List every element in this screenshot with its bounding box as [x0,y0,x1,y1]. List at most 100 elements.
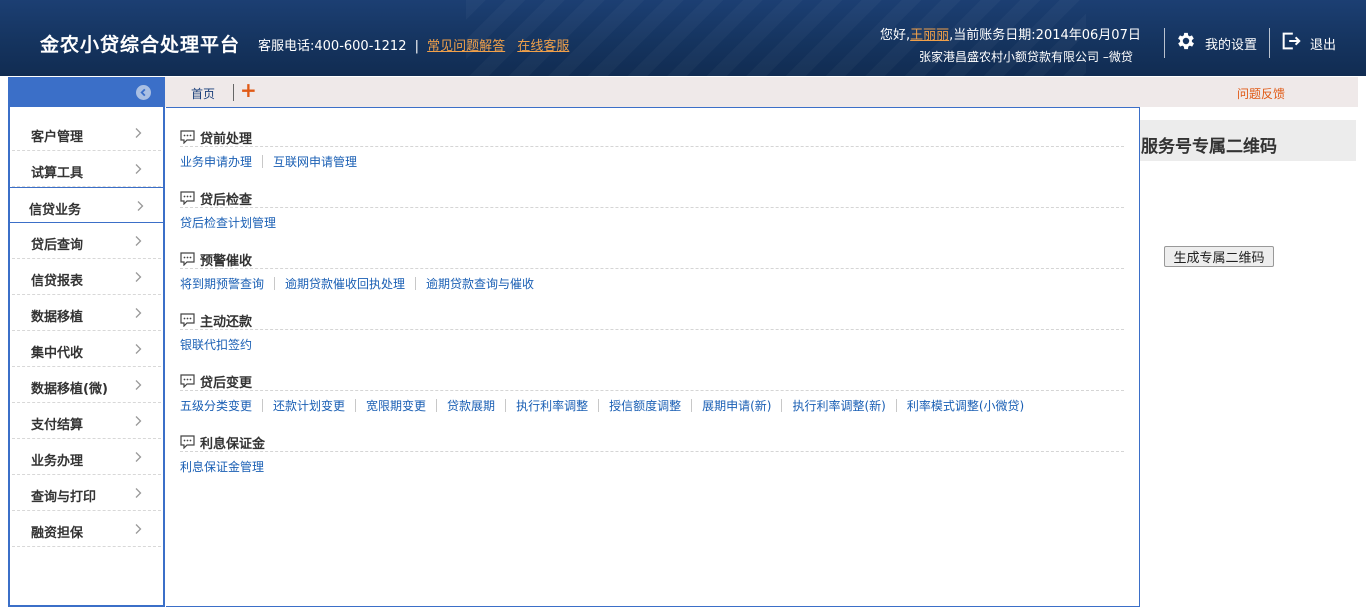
sidebar-item-label: 支付结算 [31,418,84,433]
chevron-right-icon [135,308,142,318]
section-links: 银联代扣签约 [180,336,1124,353]
sidebar-item[interactable]: 支付结算 [12,403,161,439]
sidebar-item[interactable]: 信贷业务 [10,187,163,223]
online-service-link[interactable]: 在线客服 [517,39,569,54]
section-title: 贷前处理 [200,131,253,147]
function-link[interactable]: 宽限期变更 [366,397,426,414]
function-link[interactable]: 五级分类变更 [180,397,252,414]
function-link[interactable]: 利率模式调整(小微贷) [907,397,1024,414]
chevron-right-icon [135,416,142,426]
sidebar-item-label: 融资担保 [31,526,84,541]
app-header: 金农小贷综合处理平台 客服电话:400-600-1212 | 常见问题解答 在线… [0,0,1366,76]
user-greeting: 您好,王丽丽,当前账务日期:2014年06月07日 [880,24,1141,43]
header-divider [1164,28,1165,58]
chevron-right-icon [135,236,142,246]
generate-qr-button[interactable]: 生成专属二维码 [1164,246,1274,267]
logout-button[interactable]: 退出 [1280,30,1336,56]
section-header: 利息保证金 [180,433,1124,452]
function-section: 贷前处理业务申请办理 互联网申请管理 [180,128,1124,170]
sidebar-item-label: 客户管理 [31,130,84,145]
function-section: 利息保证金利息保证金管理 [180,433,1124,475]
section-links: 五级分类变更 还款计划变更 宽限期变更 贷款展期 执行利率调整 授信额度调整 展期申请(新)… [180,397,1124,414]
sidebar-item-label: 集中代收 [31,346,84,361]
section-title: 利息保证金 [200,436,266,452]
link-separator [355,399,357,412]
sidebar-item[interactable]: 数据移植(微) [12,367,161,403]
sidebar-item[interactable]: 查询与打印 [12,475,161,511]
add-tab-button[interactable]: + [240,79,257,101]
function-link[interactable]: 还款计划变更 [273,397,345,414]
accounting-date: ,当前账务日期:2014年06月07日 [949,28,1141,43]
feedback-link[interactable]: 问题反馈 [1237,85,1285,102]
sidebar-item[interactable]: 集中代收 [12,331,161,367]
chevron-left-circle-icon [140,88,146,97]
chevron-right-icon [135,524,142,534]
sidebar-item-label: 数据移植(微) [31,382,108,397]
qr-panel-title: 服务号专属二维码 [1141,137,1277,157]
sidebar-item-label: 数据移植 [31,310,84,325]
logout-icon [1280,30,1302,56]
section-links: 贷后检查计划管理 [180,214,1124,231]
link-separator [436,399,438,412]
chevron-right-icon [135,128,142,138]
section-links: 将到期预警查询 逾期贷款催收回执处理 逾期贷款查询与催收 [180,275,1124,292]
tab-home[interactable]: 首页 [191,85,215,102]
link-separator [274,277,276,290]
chevron-right-icon [135,380,142,390]
function-link[interactable]: 授信额度调整 [609,397,681,414]
function-link[interactable]: 贷款展期 [447,397,495,414]
comment-icon [180,130,195,144]
function-section: 贷后检查贷后检查计划管理 [180,189,1124,231]
function-link[interactable]: 逾期贷款催收回执处理 [285,275,405,292]
section-header: 贷后检查 [180,189,1124,208]
link-separator [895,399,897,412]
sidebar-item[interactable]: 业务办理 [12,439,161,475]
sidebar-item[interactable]: 试算工具 [12,151,161,187]
sidebar-item-label: 信贷报表 [31,274,84,289]
function-link[interactable]: 执行利率调整 [516,397,588,414]
function-link[interactable]: 逾期贷款查询与催收 [426,275,534,292]
user-name-link[interactable]: 王丽丽 [910,28,949,43]
section-header: 贷前处理 [180,128,1124,147]
chevron-right-icon [135,452,142,462]
sidebar-item[interactable]: 贷后查询 [12,223,161,259]
sidebar-item-label: 业务办理 [31,454,84,469]
comment-icon [180,374,195,388]
sidebar-item-label: 试算工具 [31,166,84,181]
sidebar-item-label: 查询与打印 [31,490,97,505]
logout-label: 退出 [1310,37,1337,53]
comment-icon [180,313,195,327]
settings-label: 我的设置 [1205,37,1258,53]
sidebar-menu: 客户管理试算工具信贷业务贷后查询信贷报表数据移植集中代收数据移植(微) 支付结算业… [8,107,165,607]
function-panel: 贷前处理业务申请办理 互联网申请管理贷后检查贷后检查计划管理 预警催收将到期预警查询… [166,107,1140,607]
section-links: 业务申请办理 互联网申请管理 [180,153,1124,170]
function-link[interactable]: 业务申请办理 [180,153,252,170]
chevron-right-icon [135,164,142,174]
comment-icon [180,252,195,266]
qr-panel-header: 服务号专属二维码 [1140,120,1356,161]
section-header: 主动还款 [180,311,1124,330]
sidebar-item[interactable]: 客户管理 [12,115,161,151]
collapse-sidebar-button[interactable] [136,85,151,100]
sidebar-item[interactable]: 信贷报表 [12,259,161,295]
link-separator [262,399,264,412]
function-link[interactable]: 执行利率调整(新) [792,397,885,414]
faq-link[interactable]: 常见问题解答 [427,39,505,54]
function-link[interactable]: 互联网申请管理 [273,153,357,170]
function-link[interactable]: 展期申请(新) [702,397,771,414]
function-link[interactable]: 将到期预警查询 [180,275,264,292]
sidebar-item-label: 贷后查询 [31,238,84,253]
section-header: 预警催收 [180,250,1124,269]
function-link[interactable]: 银联代扣签约 [180,336,252,353]
function-link[interactable]: 利息保证金管理 [180,458,264,475]
section-title: 主动还款 [200,314,253,330]
section-title: 预警催收 [200,253,253,269]
sidebar-item[interactable]: 融资担保 [12,511,161,547]
function-link[interactable]: 贷后检查计划管理 [180,214,276,231]
chevron-right-icon [135,272,142,282]
hotline-separator: | [414,39,420,54]
sidebar-item[interactable]: 数据移植 [12,295,161,331]
link-separator [598,399,600,412]
sidebar-header [8,77,165,107]
settings-button[interactable]: 我的设置 [1175,30,1257,56]
